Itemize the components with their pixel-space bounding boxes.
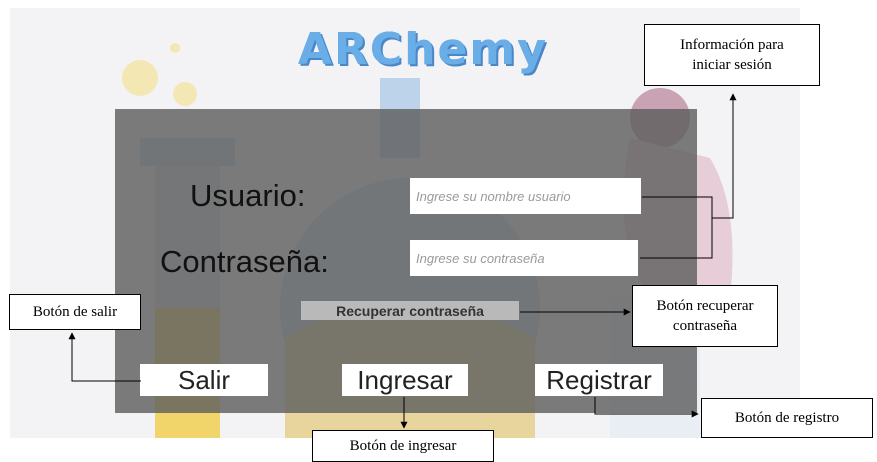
annotation-recover-button: Botón recuperar contraseña bbox=[632, 285, 778, 347]
annotation-login-button: Botón de ingresar bbox=[312, 430, 494, 462]
annotation-login-info: Información para iniciar sesión bbox=[644, 24, 820, 86]
annotation-exit-button: Botón de salir bbox=[9, 294, 141, 330]
annotation-register-button: Botón de registro bbox=[701, 398, 873, 438]
